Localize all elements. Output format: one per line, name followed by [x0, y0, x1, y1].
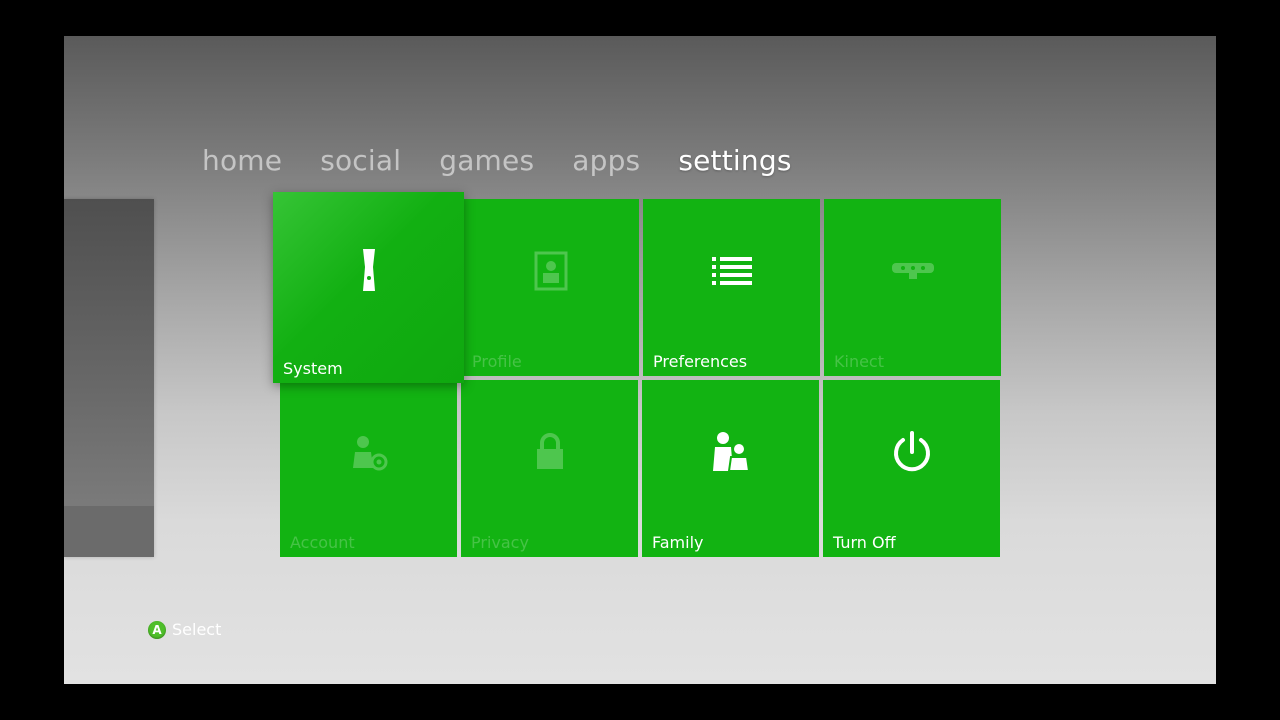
system-exclamation-icon [361, 247, 377, 297]
tile-label: Kinect [834, 352, 884, 371]
tile-family[interactable]: Family [642, 380, 819, 557]
previous-page-panel-footer [64, 506, 154, 557]
tile-label: System [283, 359, 343, 378]
tile-system[interactable]: System [273, 192, 464, 383]
tile-privacy[interactable]: Privacy [461, 380, 638, 557]
tile-label: Family [652, 533, 704, 552]
a-button-icon: A [148, 620, 166, 639]
nav-settings[interactable]: settings [678, 144, 791, 177]
tile-label: Privacy [471, 533, 529, 552]
family-icon [711, 431, 751, 477]
tile-turn-off[interactable]: Turn Off [823, 380, 1000, 557]
nav-games[interactable]: games [439, 144, 534, 177]
power-icon [891, 430, 933, 478]
button-hint: A Select [148, 620, 221, 639]
tile-preferences[interactable]: Preferences [643, 199, 820, 376]
tile-label: Turn Off [833, 533, 896, 552]
previous-page-panel[interactable] [64, 199, 154, 557]
nav-home[interactable]: home [202, 144, 282, 177]
top-navigation: home social games apps settings [202, 144, 792, 177]
tile-account[interactable]: Account [280, 380, 457, 557]
tile-kinect[interactable]: Kinect [824, 199, 1001, 376]
tile-profile[interactable]: Profile [462, 199, 639, 376]
select-hint-label: Select [172, 620, 222, 639]
account-gear-icon [349, 432, 389, 476]
dashboard-screen: home social games apps settings System P… [64, 36, 1216, 684]
tile-label: Profile [472, 352, 522, 371]
tile-label: Account [290, 533, 355, 552]
list-icon [711, 257, 752, 289]
kinect-sensor-icon [891, 262, 935, 284]
lock-icon [535, 433, 565, 475]
nav-social[interactable]: social [320, 144, 401, 177]
tile-label: Preferences [653, 352, 748, 371]
nav-apps[interactable]: apps [572, 144, 640, 177]
profile-icon [534, 251, 568, 295]
